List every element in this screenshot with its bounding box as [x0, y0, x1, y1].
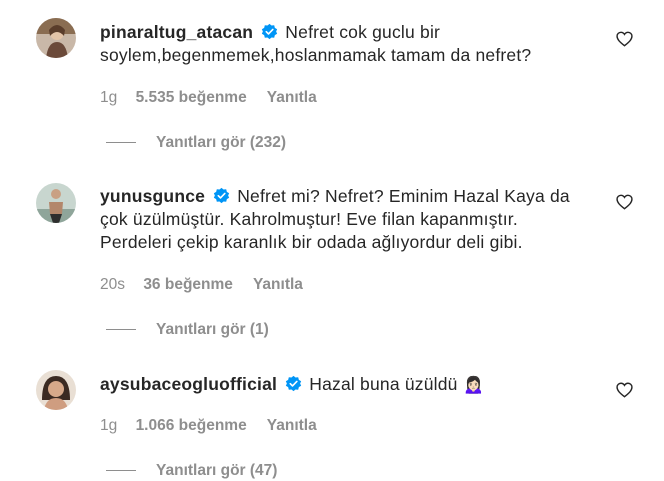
comment-timestamp: 20s — [100, 276, 125, 293]
comment-username[interactable]: aysubaceogluofficial — [100, 374, 277, 394]
replies-divider — [106, 142, 136, 144]
verified-badge-icon — [213, 187, 230, 204]
heart-outline-icon[interactable] — [616, 31, 633, 47]
view-replies-button[interactable]: Yanıtları gör (1) — [106, 321, 269, 339]
comment-meta: 1g 5.535 beğenme Yanıtla — [100, 89, 333, 107]
comment-meta: 1g 1.066 beğenme Yanıtla — [100, 417, 333, 435]
reply-button[interactable]: Yanıtla — [267, 89, 317, 106]
comment-timestamp: 1g — [100, 89, 118, 106]
view-replies-button[interactable]: Yanıtları gör (232) — [106, 134, 286, 152]
comment-meta: 20s 36 beğenme Yanıtla — [100, 276, 319, 294]
comment-username[interactable]: pinaraltug_atacan — [100, 22, 253, 42]
replies-divider — [106, 470, 136, 472]
verified-badge-icon — [286, 375, 302, 392]
view-replies-label: Yanıtları gör (1) — [156, 321, 269, 338]
reply-button[interactable]: Yanıtla — [267, 417, 317, 434]
avatar[interactable] — [36, 18, 76, 58]
view-replies-label: Yanıtları gör (232) — [156, 134, 287, 151]
replies-divider — [106, 329, 136, 331]
verified-badge-icon — [262, 23, 278, 40]
avatar[interactable] — [36, 183, 76, 223]
like-count[interactable]: 5.535 beğenme — [136, 89, 247, 106]
reply-button[interactable]: Yanıtla — [253, 276, 303, 293]
like-count[interactable]: 36 beğenme — [143, 276, 233, 293]
like-count[interactable]: 1.066 beğenme — [136, 417, 247, 434]
comment-text: Hazal buna üzüldü 🙍🏻‍♀️ — [309, 374, 485, 394]
view-replies-button[interactable]: Yanıtları gör (47) — [106, 462, 277, 480]
comment-body: aysubaceogluofficial Hazal buna üzüldü 🙍… — [100, 373, 580, 396]
heart-outline-icon[interactable] — [616, 194, 633, 210]
comment-body: yunusgunce Nefret mi? Nefret? Eminim Haz… — [100, 185, 580, 254]
heart-outline-icon[interactable] — [616, 382, 633, 398]
view-replies-label: Yanıtları gör (47) — [156, 462, 278, 479]
avatar[interactable] — [36, 370, 76, 410]
comment-timestamp: 1g — [100, 417, 118, 434]
comment-body: pinaraltug_atacan Nefret cok guclu bir s… — [100, 21, 580, 67]
comment-username[interactable]: yunusgunce — [100, 186, 205, 206]
